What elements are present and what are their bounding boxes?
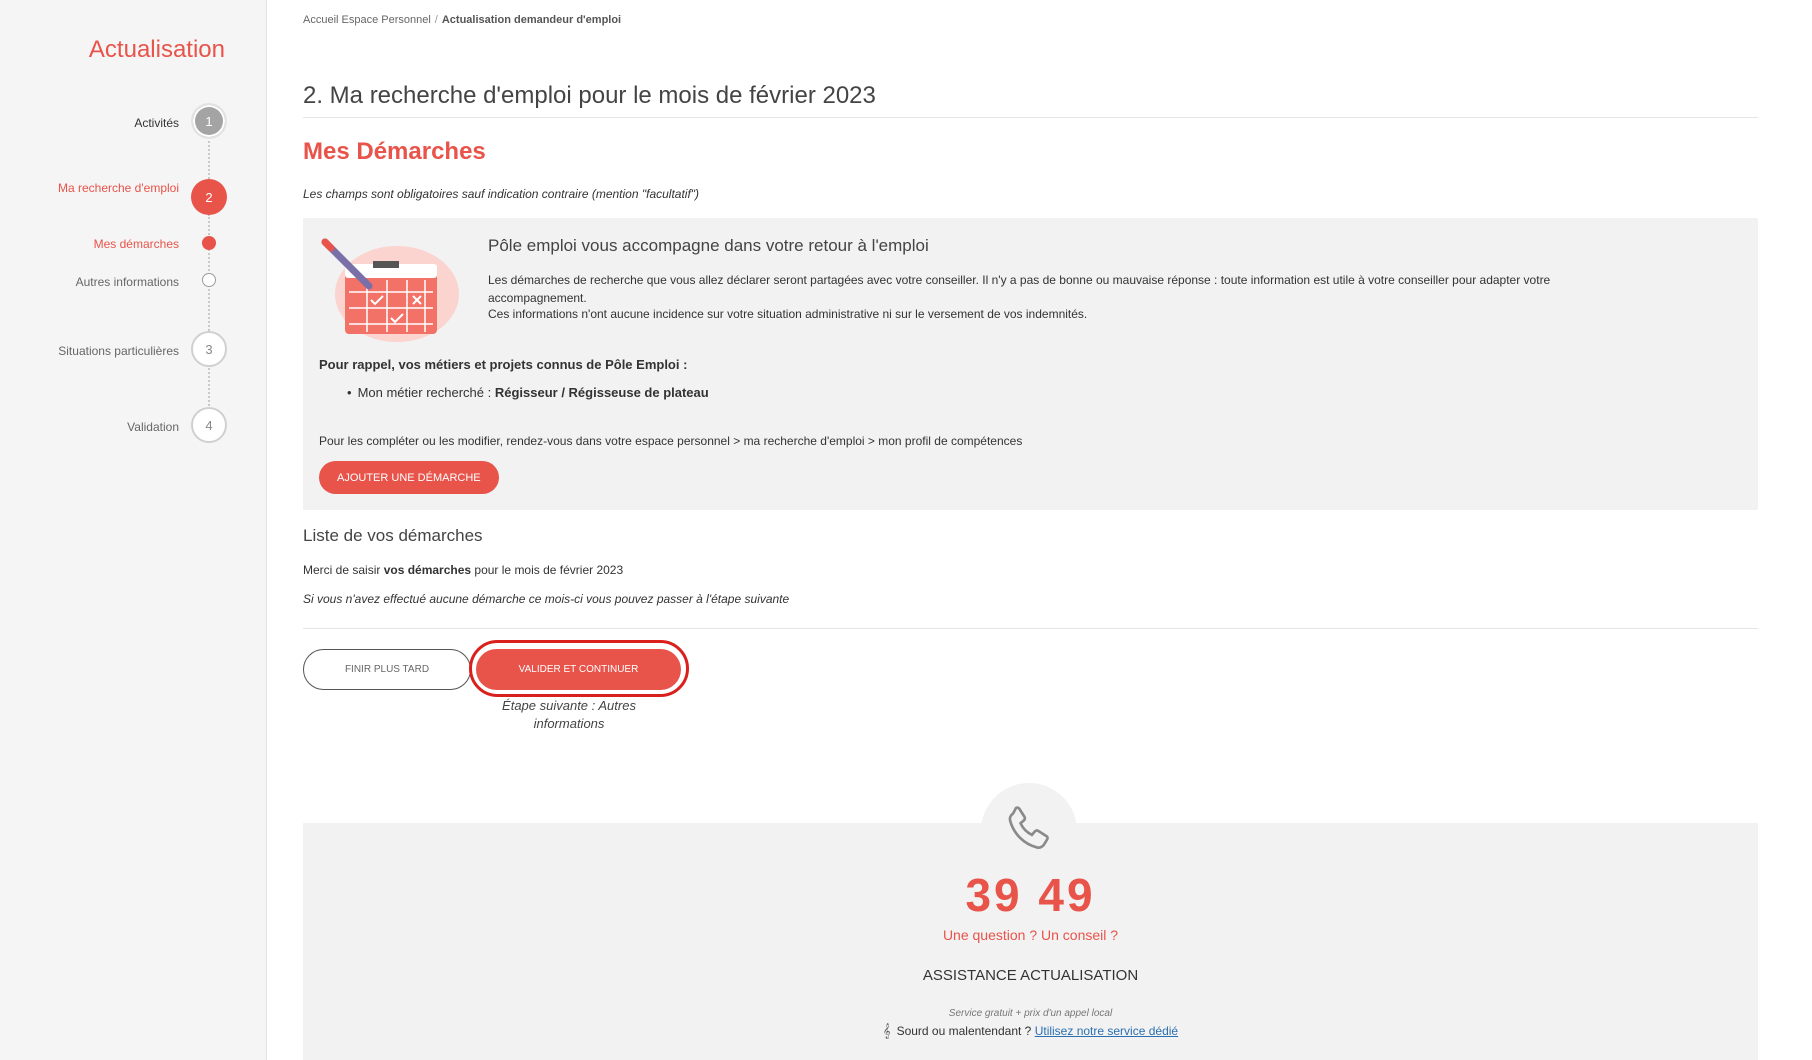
step-label: Situations particulières [58,344,179,358]
sidebar-title: Actualisation [88,36,225,63]
substep-dot [202,273,216,287]
profile-instructions: Pour les compléter ou les modifier, rend… [319,434,1023,448]
breadcrumb-current: Actualisation demandeur d'emploi [441,14,622,26]
sidebar: Actualisation Activités 1 Ma recherche d… [0,0,267,1060]
info-paragraph: Ces informations n'ont aucune incidence … [488,307,1088,321]
step-label: Autres informations [75,275,179,289]
section-title: Mes Démarches [303,138,486,165]
validate-continue-button[interactable]: Valider et continuer [476,649,681,690]
step-connector [208,368,210,406]
divider [303,117,1758,118]
bullet-icon: • [347,385,352,400]
step-number-badge: 2 [191,179,227,215]
page-title: 2. Ma recherche d'emploi pour le mois de… [303,82,876,109]
finish-later-button[interactable]: Finir plus tard [303,649,471,690]
step-number-badge: 1 [191,103,227,139]
info-paragraph: Les démarches de recherche que vous alle… [488,273,1551,305]
assistance-title: Assistance actualisation [922,967,1139,984]
mandatory-fields-note: Les champs sont obligatoires sauf indica… [303,187,700,201]
phone-bubble [981,783,1077,879]
phone-number[interactable]: 39 49 [303,868,1758,922]
add-demarche-button[interactable]: Ajouter une démarche [319,461,499,494]
step-label: Activités [134,116,179,130]
list-intro-prefix: Merci de saisir [303,563,384,577]
step-number-badge: 4 [191,407,227,443]
current-substep-dot [202,236,216,250]
breadcrumb-home-link[interactable]: Accueil Espace Personnel [303,14,431,26]
job-list-item: • Mon métier recherché : Régisseur / Régi… [347,385,709,400]
job-label: Mon métier recherché : [357,385,495,400]
step-connector [208,141,210,179]
list-intro-suffix: pour le mois de février 2023 [471,563,624,577]
deaf-service-link[interactable]: Utilisez notre service dédié [1035,1024,1178,1038]
step-label: Validation [127,420,179,434]
list-note: Si vous n'avez effectué aucune démarche … [303,592,790,606]
step-label: Mes démarches [93,237,179,251]
phone-icon [1008,806,1049,849]
info-heading: Pôle emploi vous accompagne dans votre r… [488,236,929,255]
deaf-service-text: Sourd ou malentendant ? [896,1024,1035,1038]
list-intro-bold: vos démarches [383,563,472,577]
divider [303,628,1758,629]
calendar-illustration-icon [321,238,459,342]
breadcrumb: Accueil Espace Personnel / Actualisation d… [303,14,621,26]
job-value: Régisseur / Régisseuse de plateau [494,385,709,400]
info-panel: Pôle emploi vous accompagne dans votre r… [303,218,1758,510]
reminder-heading: Pour rappel, vos métiers et projets conn… [319,357,688,372]
deaf-service-line: 𝄞 Sourd ou malentendant ? Utilisez notre … [303,1023,1758,1039]
step-number-badge: 3 [191,331,227,367]
step-label: Ma recherche d'emploi [57,181,179,195]
breadcrumb-separator: / [434,14,438,26]
ear-icon: 𝄞 [882,1023,891,1038]
list-title: Liste de vos démarches [303,526,483,545]
phone-question: Une question ? Un conseil ? [942,927,1119,943]
list-intro: Merci de saisir vos démarches pour le mo… [303,563,623,577]
next-step-hint: Étape suivante : Autres informations [502,698,636,731]
service-note: Service gratuit + prix d'un appel local [948,1008,1113,1019]
